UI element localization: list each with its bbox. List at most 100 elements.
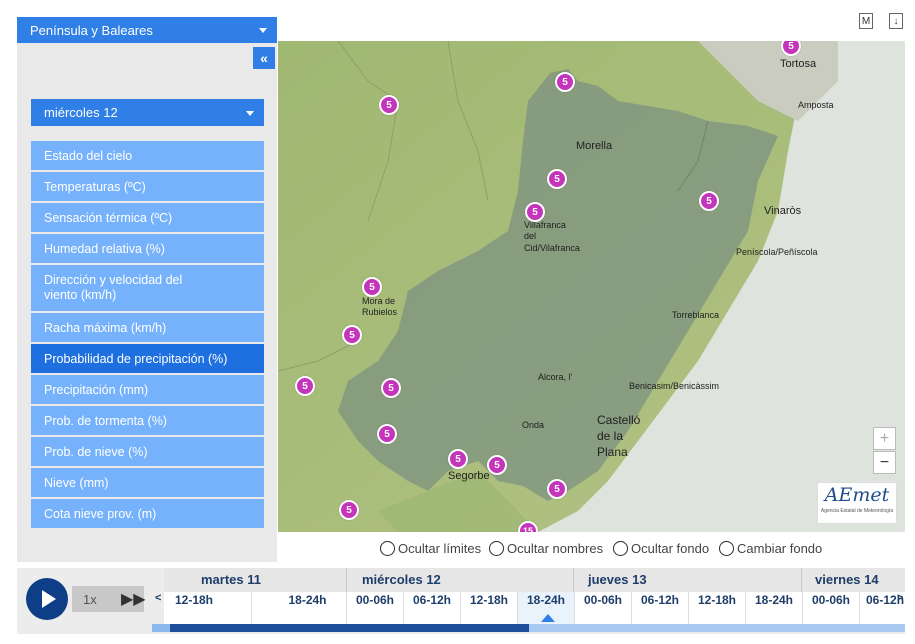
- place-morella: Morella: [576, 140, 613, 152]
- time-slot[interactable]: 18-24h: [745, 592, 802, 624]
- hide-names-checkbox[interactable]: Ocultar nombres: [489, 541, 603, 556]
- play-button[interactable]: [26, 578, 68, 620]
- time-slot[interactable]: 12-18h: [174, 592, 214, 624]
- speed-control[interactable]: 1x ▶▶: [72, 586, 146, 612]
- place-castello-line2: de la: [597, 429, 624, 444]
- day-label: martes 11: [201, 572, 261, 587]
- menu-item-label: Estado del cielo: [44, 148, 133, 163]
- menu-item-nieve[interactable]: Nieve (mm): [31, 468, 264, 497]
- precip-marker[interactable]: 5: [379, 95, 399, 115]
- place-mora-line1: Mora de: [362, 296, 396, 306]
- timeline-slots: 12-18h 18-24h 00-06h 06-12h 12-18h 18-24…: [164, 592, 905, 624]
- variable-menu: Estado del cielo Temperaturas (ºC) Sensa…: [31, 141, 264, 530]
- timeline-prev-arrow[interactable]: <: [155, 592, 161, 604]
- menu-item-label: Cota nieve prov. (m): [44, 506, 157, 521]
- place-vinaros: Vinaròs: [764, 205, 802, 217]
- hide-limits-checkbox[interactable]: Ocultar límites: [380, 541, 481, 556]
- fast-forward-icon[interactable]: ▶▶: [121, 589, 146, 609]
- menu-item-label: Racha máxima (km/h): [44, 320, 167, 335]
- menu-item-humedad[interactable]: Humedad relativa (%): [31, 234, 264, 263]
- menu-item-label: Prob. de nieve (%): [44, 444, 148, 459]
- change-background-checkbox[interactable]: Cambiar fondo: [719, 541, 822, 556]
- menu-item-viento[interactable]: Dirección y velocidad del viento (km/h): [31, 265, 264, 311]
- hide-limits-label: Ocultar límites: [398, 541, 482, 556]
- side-panel: Península y Baleares « miércoles 12 Esta…: [17, 17, 277, 562]
- timeline-progress-track[interactable]: [152, 624, 905, 632]
- menu-item-label: Precipitación (mm): [44, 382, 149, 397]
- zoom-out-button[interactable]: −: [873, 451, 896, 474]
- time-slot[interactable]: 00-06h: [802, 592, 859, 624]
- precip-marker[interactable]: 5: [295, 376, 315, 396]
- place-villafranca-line3: Cid/Vilafranca: [524, 242, 580, 253]
- menu-item-sensacion-termica[interactable]: Sensación térmica (ºC): [31, 203, 264, 232]
- checkbox-box: [613, 541, 628, 556]
- menu-item-precipitacion[interactable]: Precipitación (mm): [31, 375, 264, 404]
- precip-marker[interactable]: 5: [377, 424, 397, 444]
- menu-item-label: Humedad relativa (%): [44, 241, 165, 256]
- place-amposta: Amposta: [798, 100, 834, 110]
- collapse-panel-button[interactable]: «: [253, 47, 275, 69]
- time-slot[interactable]: 06-12h: [631, 592, 688, 624]
- selected-slot-indicator: [541, 614, 555, 622]
- place-villafranca: Villafranca del Cid/Vilafranca: [524, 220, 580, 254]
- collapse-label: «: [260, 50, 268, 66]
- menu-item-cota-nieve[interactable]: Cota nieve prov. (m): [31, 499, 264, 528]
- place-castello-line3: Plana: [597, 445, 628, 460]
- menu-item-label: Nieve (mm): [44, 475, 109, 490]
- checkbox-box: [489, 541, 504, 556]
- place-onda: Onda: [522, 420, 545, 430]
- place-torreblanca: Torreblanca: [672, 310, 720, 320]
- time-slot[interactable]: 00-06h: [574, 592, 631, 624]
- time-slot[interactable]: 00-06h: [346, 592, 403, 624]
- day-select[interactable]: miércoles 12: [31, 99, 264, 126]
- menu-item-prob-precipitacion[interactable]: Probabilidad de precipitación (%): [31, 344, 264, 373]
- aemet-logo: AEmet Agencia Estatal de Meteorología: [817, 482, 897, 524]
- change-background-label: Cambiar fondo: [737, 541, 823, 556]
- zoom-in-button[interactable]: +: [873, 427, 896, 450]
- menu-item-label: Probabilidad de precipitación (%): [44, 351, 228, 366]
- precip-marker[interactable]: 5: [339, 500, 359, 520]
- menu-item-prob-tormenta[interactable]: Prob. de tormenta (%): [31, 406, 264, 435]
- time-slot[interactable]: 12-18h: [688, 592, 745, 624]
- place-benicasim: Benicasim/Benicàssim: [629, 381, 720, 391]
- precip-marker[interactable]: 5: [342, 325, 362, 345]
- precip-marker[interactable]: 5: [362, 277, 382, 297]
- hide-background-checkbox[interactable]: Ocultar fondo: [613, 541, 709, 556]
- precip-marker[interactable]: 5: [547, 479, 567, 499]
- time-slot[interactable]: 12-18h: [460, 592, 517, 624]
- menu-item-temperaturas[interactable]: Temperaturas (ºC): [31, 172, 264, 201]
- checkbox-box: [719, 541, 734, 556]
- menu-item-racha[interactable]: Racha máxima (km/h): [31, 313, 264, 342]
- menu-item-label: Sensación térmica (ºC): [44, 210, 173, 225]
- day-select-value: miércoles 12: [44, 105, 118, 120]
- precip-marker[interactable]: 5: [487, 455, 507, 475]
- logo-subtitle: Agencia Estatal de Meteorología: [820, 508, 894, 514]
- precip-marker[interactable]: 5: [699, 191, 719, 211]
- place-tortosa: Tortosa: [780, 58, 817, 70]
- place-castello-line1: Castelló: [597, 413, 641, 427]
- day-label: viernes 14: [815, 572, 879, 587]
- menu-item-prob-nieve[interactable]: Prob. de nieve (%): [31, 437, 264, 466]
- precip-marker[interactable]: 5: [547, 169, 567, 189]
- weather-map[interactable]: Tortosa Amposta Morella Vinaròs Peníscol…: [278, 41, 905, 532]
- place-alcora: Alcora, l': [538, 372, 573, 382]
- m-tool-button[interactable]: M: [859, 13, 873, 29]
- speed-value: 1x: [83, 592, 97, 607]
- precip-marker[interactable]: 5: [448, 449, 468, 469]
- timeline-next-arrow[interactable]: >: [897, 592, 903, 604]
- logo-name: AEmet: [824, 484, 890, 506]
- place-peniscola: Peníscola/Peñíscola: [736, 247, 818, 257]
- region-select[interactable]: Península y Baleares: [17, 17, 277, 43]
- region-select-value: Península y Baleares: [30, 22, 153, 38]
- time-slot[interactable]: 06-12h: [403, 592, 460, 624]
- hide-names-label: Ocultar nombres: [507, 541, 604, 556]
- precip-marker[interactable]: 5: [381, 378, 401, 398]
- precip-marker[interactable]: 5: [555, 72, 575, 92]
- timeline-progress-start: [152, 624, 170, 632]
- timeline-days: martes 11 miércoles 12 jueves 13 viernes…: [164, 568, 905, 592]
- menu-item-label: Prob. de tormenta (%): [44, 413, 167, 428]
- precip-marker[interactable]: 5: [525, 202, 545, 222]
- download-icon: ↓: [893, 15, 899, 27]
- download-button[interactable]: ↓: [889, 13, 903, 29]
- menu-item-estado-cielo[interactable]: Estado del cielo: [31, 141, 264, 170]
